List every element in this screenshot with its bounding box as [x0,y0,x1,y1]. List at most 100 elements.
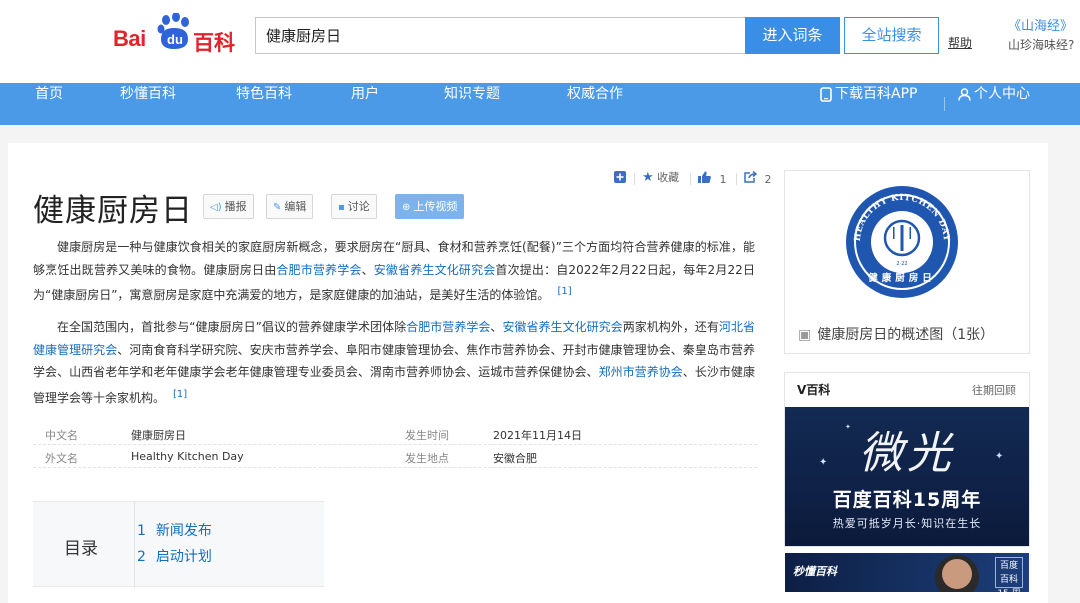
broadcast-label: 播报 [224,200,247,213]
info-row: 中文名 健康厨房日 发生时间 2021年11月14日 [33,422,757,445]
user-icon [958,87,971,101]
promo-subtitle: 山珍海味经? [1008,38,1075,52]
help-link[interactable]: 帮助 [948,34,972,51]
anniversary-badge: 百度百科 15 周年 [995,557,1023,592]
star-icon: ★ [642,170,654,185]
toc-item-text: 新闻发布 [155,523,212,539]
toc-item-launch-plan[interactable]: 2 启动计划 [137,546,212,566]
nav-divider [944,97,945,111]
summary-caption-text: 健康厨房日的概述图（1张） [817,327,995,343]
link-hefei-nutrition[interactable]: 合肥市营养学会 [406,320,490,334]
info-key: 发生时间 [405,429,449,442]
logo-date: 2·22 [896,261,907,267]
tool-divider [634,173,635,185]
link-zhengzhou-nutrition[interactable]: 郑州市营养协会 [599,365,683,379]
plus-circle-icon: ⊕ [402,202,411,213]
presenter-face [942,559,972,589]
search-all-button[interactable]: 全站搜索 [844,17,939,54]
personal-center-label: 个人中心 [974,86,1030,102]
collect-label: 收藏 [657,171,680,184]
toc-item-text: 启动计划 [155,549,212,565]
discuss-button[interactable]: ▪ 讨论 [331,194,377,219]
picture-icon: ▣ [798,327,812,343]
para-text: 、 [361,262,374,277]
like-count: 1 [719,173,727,186]
logo-du-text: du [167,32,183,47]
reference-1[interactable]: [1] [557,286,571,297]
discuss-label: 讨论 [347,200,370,213]
share-icon [744,170,758,183]
reference-1[interactable]: [1] [173,389,187,400]
phone-icon [820,86,832,102]
vbaike-title: V百科 [797,383,831,397]
download-app-label: 下载百科APP [835,86,918,102]
nav-item-authority[interactable]: 权威合作 [567,83,623,125]
past-review-link[interactable]: 往期回顾 [972,382,1016,398]
toc-label: 目录 [64,539,98,559]
link-anhui-health[interactable]: 安徽省养生文化研究会 [502,320,622,334]
nav-item-home[interactable]: 首页 [35,83,63,125]
toc-item-number: 1 [137,523,146,539]
toc-item-number: 2 [137,549,146,565]
info-value: 安徽合肥 [493,452,537,465]
promo-link[interactable]: 《山海经》 山珍海味经? [1008,18,1080,54]
download-app-link[interactable]: 下载百科APP [820,83,917,125]
edit-label: 编辑 [284,200,307,213]
para-text: 在全国范围内，首批参与“健康厨房日”倡议的营养健康学术团体除 [57,320,407,334]
toc-divider [134,502,135,588]
link-hefei-nutrition[interactable]: 合肥市营养学会 [276,263,361,277]
info-row: 外文名 Healthy Kitchen Day 发生地点 安徽合肥 [33,445,757,468]
toc-item-news-release[interactable]: 1 新闻发布 [137,520,212,540]
summary-image-caption[interactable]: ▣ 健康厨房日的概述图（1张） [798,324,994,344]
healthy-kitchen-day-logo: HEALTHY KITCHEN DAY 2·22 健康厨房日 [846,186,958,298]
banner-title: 百度百科15周年 [832,489,982,511]
info-key: 发生地点 [405,452,449,465]
main-nav: 首页 秒懂百科 特色百科 用户 知识专题 权威合作 下载百科APP 个人中心 [0,83,1080,125]
pencil-icon: ✎ [273,202,282,213]
add-icon[interactable] [614,171,626,187]
table-of-contents: 目录 1 新闻发布 2 启动计划 [33,501,324,588]
broadcast-button[interactable]: ◁) 播报 [203,194,254,219]
miaodong-logo-text: 秒懂百科 [793,566,837,578]
search-input[interactable] [255,17,745,54]
miaodong-banner[interactable]: 秒懂百科 百度百科 15 周年 [785,553,1029,592]
upload-video-label: 上传视频 [413,200,458,213]
entry-title: 健康厨房日 [33,193,193,229]
info-value: 2021年11月14日 [493,429,582,442]
banner-subtitle: 热爱可抵岁月长·知识在生长 [832,517,982,530]
chat-icon: ▪ [338,202,345,213]
thumbs-up-icon [698,171,711,183]
personal-center-link[interactable]: 个人中心 [958,83,1030,125]
tool-divider [736,173,737,185]
baidu-baike-logo[interactable]: Bai du 百科 [113,13,241,55]
share-button[interactable]: 2 [744,170,772,187]
promo-title: 《山海经》 [1008,19,1074,34]
banner-calligraphy-text: 微光 [859,428,955,479]
basic-info-table: 中文名 健康厨房日 发生时间 2021年11月14日 外文名 Healthy K… [33,422,757,468]
para-text: 、 [490,320,503,334]
enter-entry-button[interactable]: 进入词条 [745,17,840,54]
baike-15th-anniversary-banner[interactable]: ✦ ✦ ✦ 微光 百度百科15周年 热爱可抵岁月长·知识在生长 [785,407,1029,546]
summary-paragraph-1: 健康厨房是一种与健康饮食相关的家庭厨房新概念，要求厨房在“厨具、食材和营养烹饪(… [33,236,755,307]
info-value: Healthy Kitchen Day [131,450,244,463]
para-text: 两家机构外，还有 [622,320,719,334]
tool-divider [690,173,691,185]
nav-item-users[interactable]: 用户 [351,83,379,125]
nav-item-featured[interactable]: 特色百科 [236,83,292,125]
upload-video-button[interactable]: ⊕ 上传视频 [395,194,465,219]
nav-item-miaodong[interactable]: 秒懂百科 [120,83,176,125]
info-value: 健康厨房日 [131,429,186,442]
link-anhui-health[interactable]: 安徽省养生文化研究会 [374,263,496,277]
nav-item-topics[interactable]: 知识专题 [444,83,500,125]
like-button[interactable]: 1 [698,171,727,187]
share-count: 2 [764,173,772,186]
logo-cn-text: 健康厨房日 [868,272,936,284]
logo-baike-text: 百科 [193,31,235,55]
speaker-icon: ◁) [210,202,222,213]
logo-bai-text: Bai [113,26,146,51]
edit-button[interactable]: ✎ 编辑 [266,194,314,219]
collect-button[interactable]: ★ 收藏 [642,171,679,185]
info-key: 外文名 [45,452,78,465]
summary-paragraph-2: 在全国范围内，首批参与“健康厨房日”倡议的营养健康学术团体除合肥市营养学会、安徽… [33,316,755,409]
info-key: 中文名 [45,429,78,442]
